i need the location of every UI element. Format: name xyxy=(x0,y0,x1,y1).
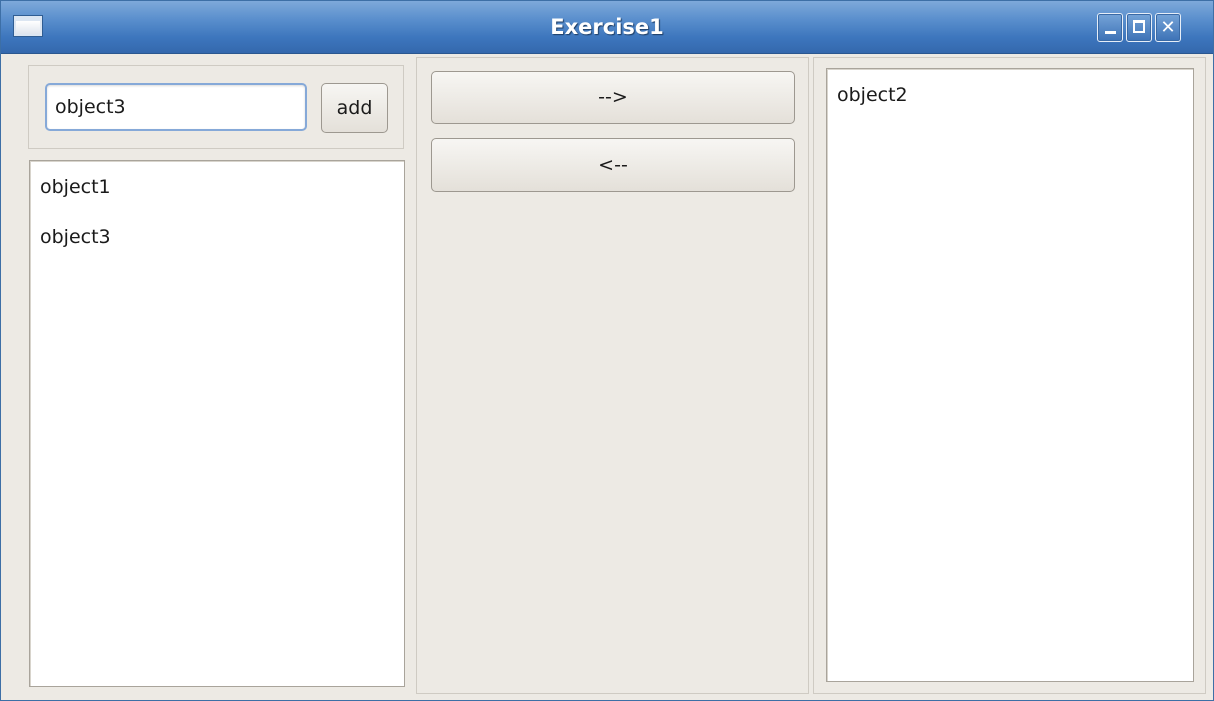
object-name-input[interactable] xyxy=(45,83,307,131)
left-object-list[interactable]: object1 object3 xyxy=(29,160,405,687)
move-left-button[interactable]: <-- xyxy=(431,138,795,192)
maximize-button[interactable] xyxy=(1126,13,1152,42)
window-title: Exercise1 xyxy=(550,15,664,39)
maximize-icon xyxy=(1133,20,1145,33)
minimize-button[interactable] xyxy=(1097,13,1123,42)
list-item[interactable]: object3 xyxy=(40,226,111,248)
minimize-icon xyxy=(1105,31,1116,34)
list-item[interactable]: object1 xyxy=(40,176,111,198)
title-bar[interactable]: Exercise1 ✕ xyxy=(1,1,1213,54)
application-window: Exercise1 ✕ add --> <-- object1 object3 … xyxy=(0,0,1214,701)
close-icon: ✕ xyxy=(1160,17,1176,38)
list-item[interactable]: object2 xyxy=(837,84,908,106)
move-right-button[interactable]: --> xyxy=(431,71,795,124)
add-button[interactable]: add xyxy=(321,83,388,133)
close-button[interactable]: ✕ xyxy=(1155,13,1181,42)
right-object-list[interactable]: object2 xyxy=(826,68,1194,682)
